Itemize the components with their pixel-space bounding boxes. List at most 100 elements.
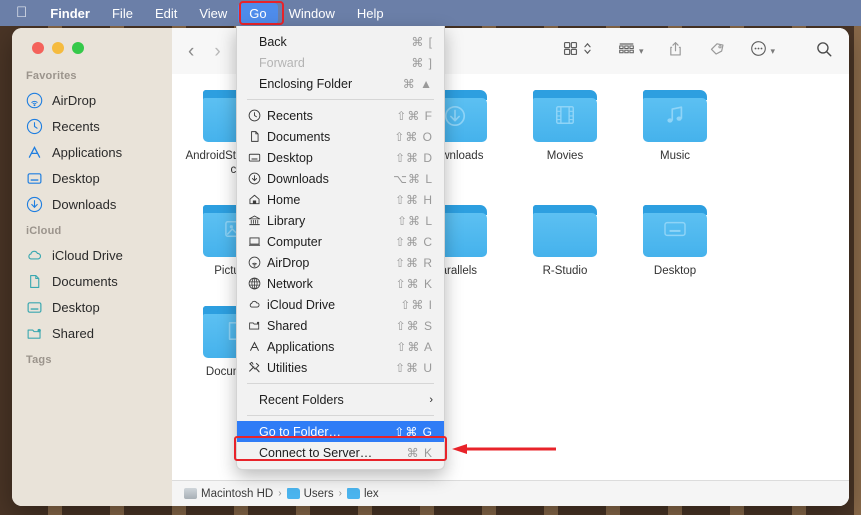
menu-item-applications[interactable]: Applications ⇧⌘ A [237,336,444,357]
back-button[interactable]: ‹ [188,42,194,61]
menubar-item-help[interactable]: Help [346,3,395,24]
download-icon [26,196,43,213]
view-options-button[interactable] [562,40,593,62]
menu-item-recents[interactable]: Recents ⇧⌘ F [237,105,444,126]
folder-icon [643,90,707,142]
menu-item-shortcut: ⇧⌘ U [394,360,433,375]
sidebar-group-tags: Tags [26,354,52,366]
menu-item-icloud-drive[interactable]: iCloud Drive ⇧⌘ I [237,294,444,315]
menubar-item-go[interactable]: Go [238,2,278,24]
window-controls [32,42,84,54]
minimize-button[interactable] [52,42,64,54]
menubar-item-edit[interactable]: Edit [144,3,188,24]
sidebar-item-airdrop[interactable]: AirDrop [12,87,172,113]
sidebar-item-desktop[interactable]: Desktop [12,165,172,191]
search-icon [815,40,833,63]
menu-item-label: AirDrop [267,255,310,270]
file-label: R-Studio [542,265,588,277]
file-item[interactable]: R-Studio [510,199,620,278]
menu-item-shortcut: ⇧⌘ O [394,129,433,144]
menu-item-shortcut: ⌘ ▲ [402,76,433,91]
nav-buttons: ‹ › [188,42,221,61]
menu-item-back[interactable]: Back ⌘ [ [237,31,444,52]
menu-item-shortcut: ⇧⌘ G [394,424,433,439]
folder-icon [533,205,597,257]
menu-item-recent-folders[interactable]: Recent Folders › [237,389,444,410]
file-item[interactable]: Desktop [620,199,730,278]
menu-item-downloads[interactable]: Downloads ⌥⌘ L [237,168,444,189]
sidebar-item-downloads[interactable]: Downloads [12,191,172,217]
sidebar-item-documents[interactable]: Documents [12,268,172,294]
menu-item-shortcut: ⇧⌘ F [396,108,433,123]
file-item[interactable]: Movies [510,84,620,177]
sort-icon [617,40,636,62]
share-button[interactable] [667,40,684,63]
music-note-icon [643,104,707,130]
menu-item-enclosing-folder[interactable]: Enclosing Folder ⌘ ▲ [237,73,444,94]
zoom-button[interactable] [72,42,84,54]
menubar-item-file[interactable]: File [101,3,144,24]
folder-icon [533,90,597,142]
menubar-item-window[interactable]: Window [278,3,346,24]
menubar-item-finder[interactable]: Finder [39,3,101,24]
menu-item-home[interactable]: Home ⇧⌘ H [237,189,444,210]
menu-item-computer[interactable]: Computer ⇧⌘ C [237,231,444,252]
forward-button[interactable]: › [214,42,220,61]
menu-item-airdrop[interactable]: AirDrop ⇧⌘ R [237,252,444,273]
network-icon [248,277,267,290]
more-actions-button[interactable]: ▾ [750,40,775,62]
sidebar-item-recents[interactable]: Recents [12,113,172,139]
menu-item-label: Documents [267,129,331,144]
desktop-icon [26,299,43,316]
sidebar-item-applications[interactable]: Applications [12,139,172,165]
menu-item-shortcut: ⌘ ] [411,55,433,70]
breadcrumb-item-users[interactable]: Users [286,487,334,500]
tag-button[interactable] [708,40,726,62]
breadcrumb-separator: › [338,488,342,499]
desktop-icon [248,151,267,164]
breadcrumb-label: Users [303,487,334,500]
shared-folder-icon [248,319,267,332]
menu-item-library[interactable]: Library ⇧⌘ L [237,210,444,231]
menu-item-label: Back [259,34,287,49]
group-by-button[interactable]: ▾ [617,40,644,62]
submenu-chevron-icon: › [429,393,433,406]
shared-folder-icon [26,325,43,342]
sidebar: Favorites AirDrop Recents Applications D… [12,28,172,506]
menu-item-shortcut: ⇧⌘ D [394,150,433,165]
menu-item-label: Connect to Server… [259,445,373,460]
apple-logo-icon[interactable]:  [14,4,39,23]
menu-item-label: Recents [267,108,313,123]
sidebar-group-icloud: iCloud [26,225,62,237]
menu-item-label: Network [267,276,313,291]
sidebar-group-favorites: Favorites [26,70,77,82]
search-button[interactable] [815,40,833,63]
menu-item-connect-to-server[interactable]: Connect to Server… ⌘ K [237,442,444,463]
file-item[interactable]: Music [620,84,730,177]
applications-icon [248,340,267,353]
grid-view-icon [562,40,579,62]
menu-item-label: Library [267,213,306,228]
breadcrumb-item-lex[interactable]: lex [346,488,379,500]
sidebar-item-icloud-drive[interactable]: iCloud Drive [12,242,172,268]
menu-item-label: Home [267,192,301,207]
menu-separator [247,99,434,100]
sidebar-label: Applications [52,144,123,160]
menu-item-go-to-folder[interactable]: Go to Folder… ⇧⌘ G [237,421,444,442]
folder-icon [346,488,360,499]
menu-item-desktop[interactable]: Desktop ⇧⌘ D [237,147,444,168]
sidebar-item-shared[interactable]: Shared [12,320,172,346]
computer-icon [248,235,267,248]
desktop-glyph-icon [643,219,707,243]
close-button[interactable] [32,42,44,54]
menu-item-documents[interactable]: Documents ⇧⌘ O [237,126,444,147]
chevron-down-icon: ▾ [638,45,644,56]
sidebar-label: iCloud Drive [52,247,123,263]
menu-item-network[interactable]: Network ⇧⌘ K [237,273,444,294]
breadcrumb-item-macintosh-hd[interactable]: Macintosh HD [184,488,273,500]
sidebar-item-icloud-desktop[interactable]: Desktop [12,294,172,320]
menu-item-utilities[interactable]: Utilities ⇧⌘ U [237,357,444,378]
menu-item-shared[interactable]: Shared ⇧⌘ S [237,315,444,336]
cloud-icon [26,247,43,264]
menubar-item-view[interactable]: View [188,3,238,24]
